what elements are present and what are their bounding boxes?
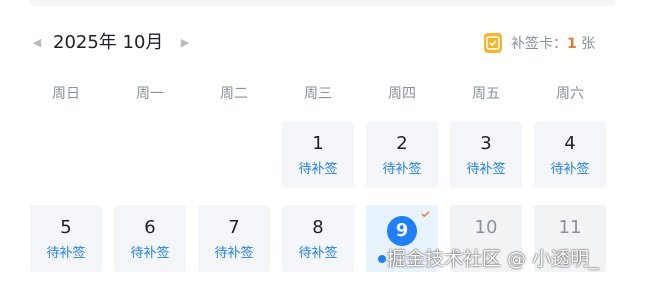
calendar-day[interactable]: 2 待补签 — [366, 121, 438, 188]
weekday-thu: 周四 — [388, 86, 416, 102]
day-number: 7 — [228, 217, 240, 238]
day-status: 待补签 — [382, 162, 422, 177]
sign-card-info: 补签卡：1 张 — [511, 34, 595, 54]
day-status: 待补签 — [466, 162, 506, 177]
day-number: 9 — [387, 216, 417, 246]
day-number: 1 — [312, 133, 324, 154]
day-status: 待补签 — [214, 246, 254, 261]
month-title: 2025年 10月 — [53, 32, 164, 53]
day-status: 待补签 — [130, 246, 170, 261]
chevron-right-icon[interactable]: ▶ — [178, 35, 192, 51]
sign-card-icon — [484, 33, 502, 53]
day-number: 5 — [60, 217, 72, 238]
day-number: 11 — [558, 217, 582, 238]
sign-card-unit: 张 — [581, 36, 596, 52]
weekday-sat: 周六 — [556, 86, 584, 102]
weekday-fri: 周五 — [472, 86, 500, 102]
status-dot — [378, 255, 386, 263]
calendar-day[interactable]: 1 待补签 — [282, 121, 354, 188]
weekday-tue: 周二 — [220, 86, 248, 102]
watermark: 掘金技术社区 @ 小透明_ — [387, 248, 599, 270]
day-status: 待补签 — [298, 246, 338, 261]
calendar-day[interactable]: 5 待补签 — [30, 205, 102, 272]
checkmark-icon — [421, 211, 430, 217]
day-number: 6 — [144, 217, 156, 238]
calendar-day[interactable]: 7 待补签 — [198, 205, 270, 272]
calendar-header: ◀ 2025年 10月 ▶ 补签卡：1 张 — [0, 0, 647, 80]
sign-card-count: 1 — [567, 36, 577, 52]
calendar-day[interactable]: 8 待补签 — [282, 205, 354, 272]
day-status: 待补签 — [46, 246, 86, 261]
weekday-sun: 周日 — [52, 86, 80, 102]
day-status: 待补签 — [298, 162, 338, 177]
day-number: 2 — [396, 133, 408, 154]
day-number: 3 — [480, 133, 492, 154]
calendar-day[interactable]: 6 待补签 — [114, 205, 186, 272]
day-status: 待补签 — [550, 162, 590, 177]
weekday-mon: 周一 — [136, 86, 164, 102]
chevron-left-icon[interactable]: ◀ — [30, 35, 44, 51]
weekday-wed: 周三 — [304, 86, 332, 102]
day-number: 8 — [312, 217, 324, 238]
day-number: 10 — [474, 217, 498, 238]
day-number: 4 — [564, 133, 576, 154]
calendar-day[interactable]: 3 待补签 — [450, 121, 522, 188]
sign-card-label: 补签卡： — [511, 36, 567, 52]
calendar-day[interactable]: 4 待补签 — [534, 121, 606, 188]
